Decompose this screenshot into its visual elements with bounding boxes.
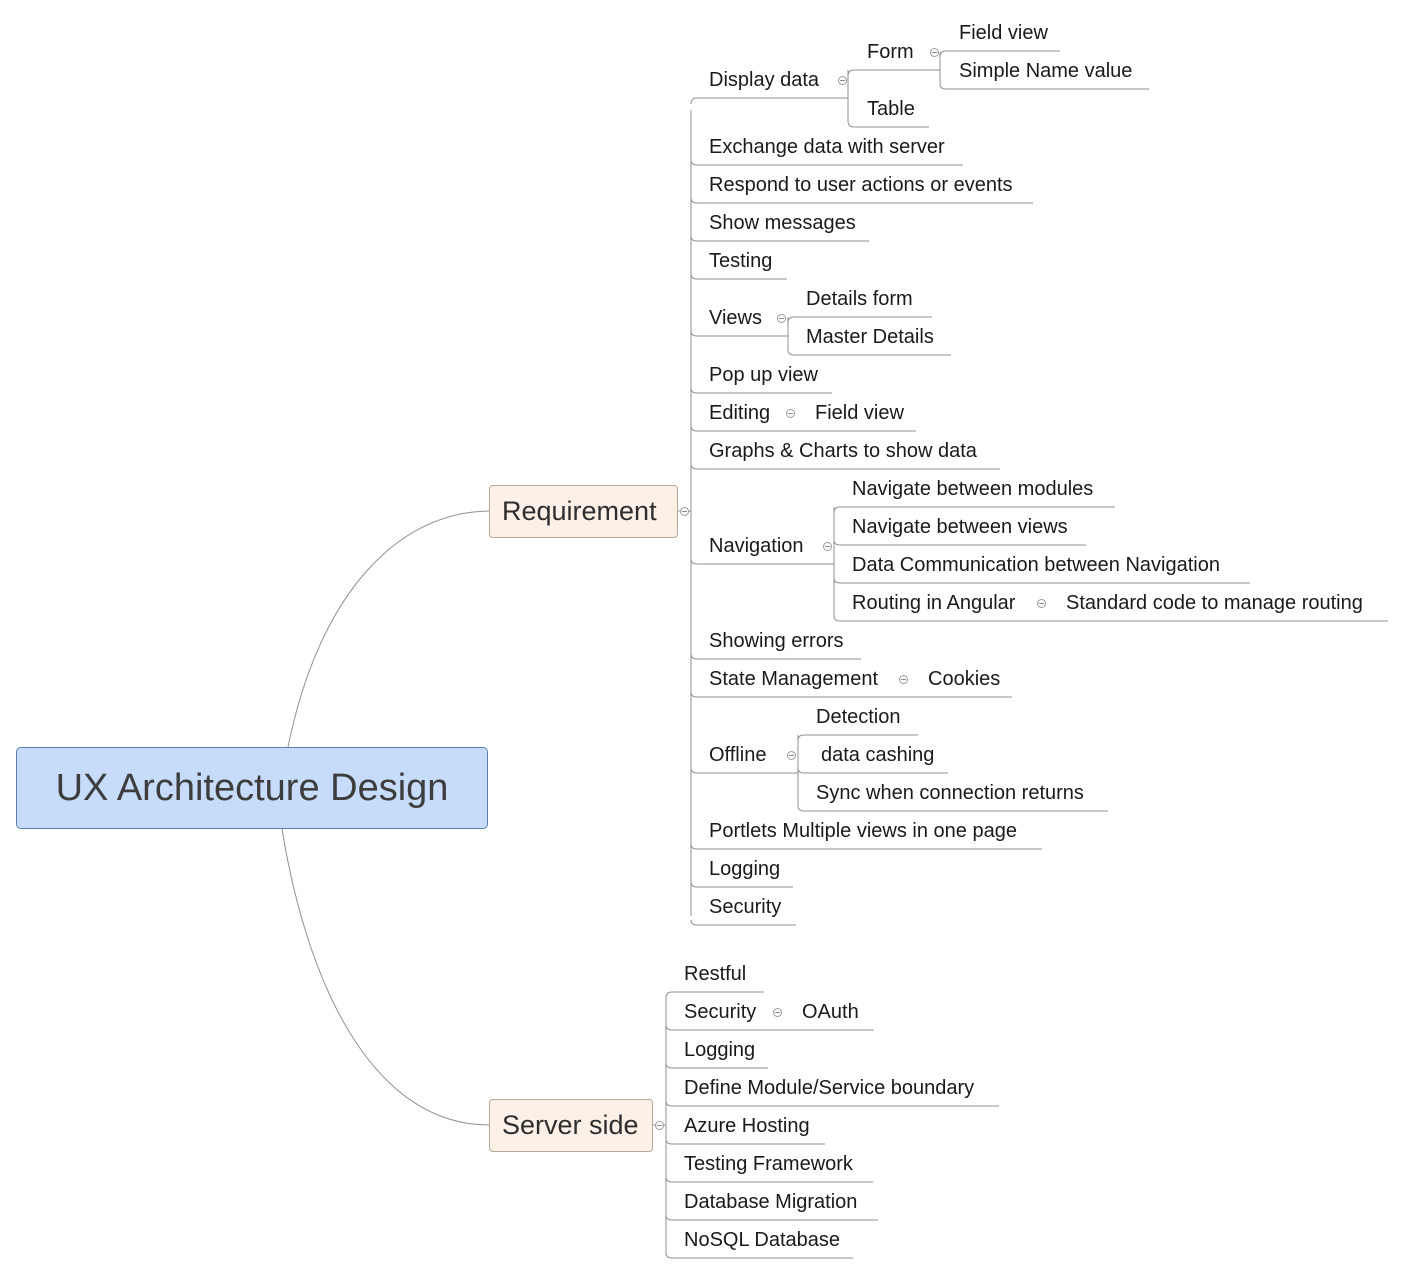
underline-details-form: [787, 316, 932, 324]
topic-table[interactable]: Table: [867, 97, 915, 121]
topic-restful[interactable]: Restful: [684, 962, 746, 986]
collapse-toggle-routing-angular[interactable]: [1037, 599, 1046, 608]
underline-nav-views: [833, 539, 1086, 546]
topic-graphs-charts[interactable]: Graphs & Charts to show data: [709, 439, 977, 463]
topic-nav-views[interactable]: Navigate between views: [852, 515, 1068, 539]
topic-display-data[interactable]: Display data: [709, 68, 819, 92]
underline-exchange-data: [690, 159, 963, 166]
root-topic-label: UX Architecture Design: [55, 766, 449, 809]
underline-show-messages: [690, 235, 869, 242]
collapse-toggle-state-management[interactable]: [899, 675, 908, 684]
underline-state-management: [690, 691, 1012, 698]
topic-server-side-label: Server side: [502, 1110, 639, 1140]
topic-sync-connection[interactable]: Sync when connection returns: [816, 781, 1084, 805]
topic-requirement[interactable]: Requirement: [489, 485, 678, 538]
topic-cookies[interactable]: Cookies: [928, 667, 1000, 691]
collapse-toggle-requirement[interactable]: [680, 507, 689, 516]
underline-server-logging: [665, 1062, 768, 1069]
underline-offline: [690, 767, 798, 774]
underline-data-cashing: [797, 767, 948, 774]
topic-module-boundary[interactable]: Define Module/Service boundary: [684, 1076, 974, 1100]
topic-data-cashing[interactable]: data cashing: [821, 743, 934, 767]
underline-detection: [797, 734, 918, 742]
topic-testing[interactable]: Testing: [709, 249, 772, 273]
topic-oauth[interactable]: OAuth: [802, 1000, 859, 1024]
topic-views[interactable]: Views: [709, 306, 762, 330]
topic-master-details[interactable]: Master Details: [806, 325, 934, 349]
topic-standard-code[interactable]: Standard code to manage routing: [1066, 591, 1363, 615]
connector-root-server-side: [281, 828, 490, 1126]
topic-server-logging[interactable]: Logging: [684, 1038, 755, 1062]
topic-security[interactable]: Security: [709, 895, 781, 919]
underline-editing: [690, 425, 916, 432]
underline-pop-up-view: [690, 387, 832, 394]
underline-restful: [665, 991, 764, 999]
underline-display-data: [690, 97, 848, 105]
underline-azure-hosting: [665, 1138, 825, 1145]
underline-nav-data-comm: [833, 577, 1250, 584]
underline-field-view: [939, 50, 1060, 58]
topic-showing-errors[interactable]: Showing errors: [709, 629, 844, 653]
topic-detection[interactable]: Detection: [816, 705, 901, 729]
collapse-toggle-views[interactable]: [777, 314, 786, 323]
topic-exchange-data[interactable]: Exchange data with server: [709, 135, 945, 159]
underline-module-boundary: [665, 1100, 999, 1107]
collapse-toggle-display-data[interactable]: [838, 76, 847, 85]
topic-details-form[interactable]: Details form: [806, 287, 913, 311]
underline-respond-actions: [690, 197, 1033, 204]
topic-form[interactable]: Form: [867, 40, 914, 64]
underline-graphs-charts: [690, 463, 1000, 470]
underline-nosql-db: [665, 1252, 853, 1259]
underline-nav-modules: [833, 506, 1115, 514]
topic-field-view[interactable]: Field view: [959, 21, 1048, 45]
underline-testing-framework: [665, 1176, 873, 1183]
underline-showing-errors: [690, 653, 861, 660]
underline-testing: [690, 273, 787, 280]
topic-respond-actions[interactable]: Respond to user actions or events: [709, 173, 1013, 197]
underline-views: [690, 330, 788, 337]
underline-db-migration: [665, 1214, 878, 1221]
topic-server-side[interactable]: Server side: [489, 1099, 653, 1152]
underline-simple-name-value: [939, 83, 1149, 90]
topic-offline[interactable]: Offline: [709, 743, 766, 767]
topic-db-migration[interactable]: Database Migration: [684, 1190, 857, 1214]
collapse-toggle-editing[interactable]: [786, 409, 795, 418]
topic-editing[interactable]: Editing: [709, 401, 770, 425]
topic-state-management[interactable]: State Management: [709, 667, 878, 691]
topic-routing-angular[interactable]: Routing in Angular: [852, 591, 1015, 615]
underline-navigation: [690, 558, 834, 565]
underline-logging: [690, 881, 793, 888]
underline-routing-angular: [833, 615, 1388, 622]
underline-master-details: [787, 349, 951, 356]
underline-table: [847, 120, 929, 128]
underline-sync-connection: [797, 805, 1108, 812]
underline-server-security: [665, 1024, 874, 1031]
topic-testing-framework[interactable]: Testing Framework: [684, 1152, 853, 1176]
topic-show-messages[interactable]: Show messages: [709, 211, 856, 235]
collapse-toggle-form[interactable]: [930, 48, 939, 57]
collapse-toggle-navigation[interactable]: [823, 542, 832, 551]
topic-nosql-db[interactable]: NoSQL Database: [684, 1228, 840, 1252]
topic-simple-name-value[interactable]: Simple Name value: [959, 59, 1132, 83]
root-topic[interactable]: UX Architecture Design: [16, 747, 488, 829]
topic-editing-field-view[interactable]: Field view: [815, 401, 904, 425]
topic-nav-data-comm[interactable]: Data Communication between Navigation: [852, 553, 1220, 577]
collapse-toggle-offline[interactable]: [787, 751, 796, 760]
topic-requirement-label: Requirement: [502, 496, 657, 526]
connector-root-requirement: [287, 510, 490, 748]
collapse-toggle-server-side[interactable]: [655, 1121, 664, 1130]
collapse-toggle-server-security[interactable]: [773, 1008, 782, 1017]
topic-pop-up-view[interactable]: Pop up view: [709, 363, 818, 387]
topic-nav-modules[interactable]: Navigate between modules: [852, 477, 1093, 501]
underline-security: [690, 919, 796, 926]
topic-logging[interactable]: Logging: [709, 857, 780, 881]
topic-portlets[interactable]: Portlets Multiple views in one page: [709, 819, 1017, 843]
mind-map-canvas: UX Architecture Design Requirement Serve…: [0, 0, 1404, 1274]
underline-form: [847, 69, 940, 77]
topic-navigation[interactable]: Navigation: [709, 534, 804, 558]
topic-azure-hosting[interactable]: Azure Hosting: [684, 1114, 810, 1138]
topic-server-security[interactable]: Security: [684, 1000, 756, 1024]
underline-portlets: [690, 843, 1042, 850]
